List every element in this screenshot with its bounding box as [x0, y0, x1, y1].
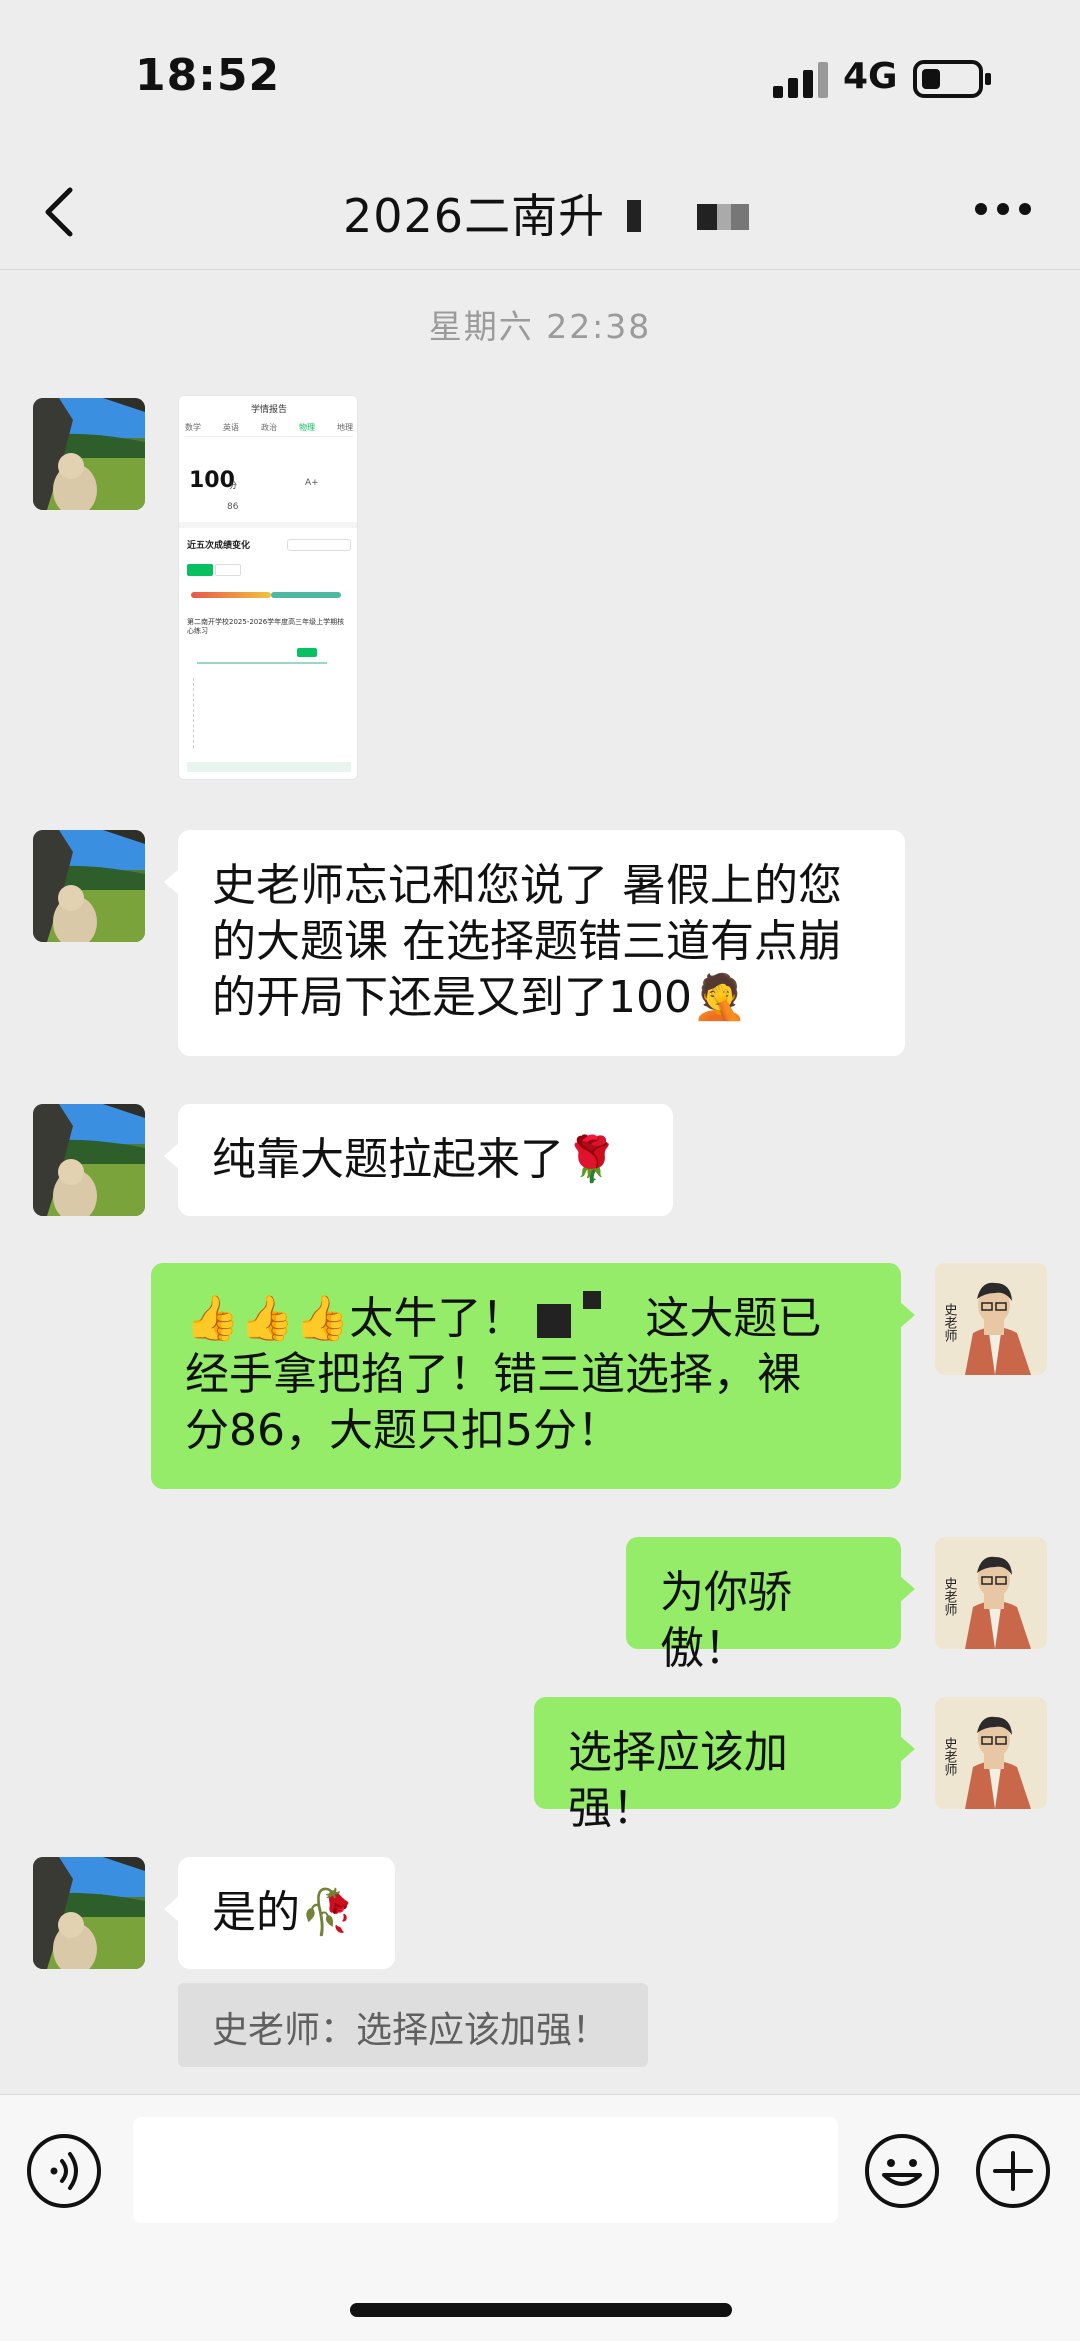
message-bubble[interactable]: 纯靠大题拉起来了🌹 — [164, 1104, 673, 1216]
message-input[interactable] — [133, 2117, 838, 2223]
teacher-avatar[interactable]: 史老师 — [935, 1537, 1047, 1649]
contact-avatar[interactable] — [33, 398, 145, 510]
privacy-mosaic — [731, 204, 749, 230]
teacher-avatar[interactable]: 史老师 — [935, 1697, 1047, 1809]
screenshot-image-message[interactable]: 学情报告 数学 英语 政治 物理 地理 100 分 A+ 86 近五次成绩变化 第二南开… — [178, 395, 358, 780]
contact-avatar[interactable] — [33, 830, 145, 942]
input-bar — [0, 2094, 1080, 2341]
screenshot-grade: A+ — [305, 478, 319, 488]
more-icon[interactable] — [975, 203, 1031, 219]
screenshot-objective: 86 — [227, 502, 239, 512]
emoji-icon[interactable] — [862, 2131, 942, 2211]
message-text: 这大题已 — [645, 1293, 822, 1344]
privacy-mosaic — [717, 204, 731, 230]
privacy-mosaic — [697, 204, 717, 230]
status-time: 18:52 — [135, 50, 281, 101]
signal-icon — [773, 62, 829, 98]
screenshot-section-title: 近五次成绩变化 — [187, 541, 251, 551]
message-bubble[interactable]: 是的🥀 — [164, 1857, 395, 1969]
home-indicator[interactable] — [350, 2303, 732, 2317]
chat-title: 2026二南升 — [343, 189, 606, 243]
message-text: 为你骄傲！ — [660, 1567, 792, 1674]
message-bubble[interactable]: 史老师忘记和您说了 暑假上的您的大题课 在选择题错三道有点崩的开局下还是又到了1… — [164, 830, 905, 1056]
svg-text:史老师: 史老师 — [942, 1577, 958, 1616]
svg-text:史老师: 史老师 — [942, 1737, 958, 1776]
battery-icon — [913, 60, 991, 98]
privacy-mosaic — [627, 200, 641, 232]
network-type: 4G — [843, 56, 898, 97]
message-timestamp: 星期六 22:38 — [428, 307, 652, 346]
message-bubble[interactable]: 为你骄傲！ — [626, 1537, 915, 1674]
message-bubble[interactable]: 👍👍👍太牛了！ 这大题已 经手拿把掐了！错三道选择，裸 分86，大题只扣5分！ — [151, 1263, 915, 1489]
privacy-mosaic — [537, 1304, 572, 1338]
screenshot-header: 学情报告 — [250, 405, 287, 415]
plus-icon[interactable] — [973, 2131, 1053, 2211]
chat-header: 2026二南升 — [0, 160, 1080, 270]
message-text: 经手拿把掐了！错三道选择，裸 — [185, 1349, 801, 1400]
message-text: 选择应该加强！ — [568, 1727, 788, 1834]
screenshot-exam-name: 第二南开学校2025-2026学年度高三年级上学期核心练习 — [187, 618, 345, 635]
message-text: 分86，大题只扣5分！ — [185, 1405, 621, 1456]
message-bubble[interactable]: 选择应该加强！ — [534, 1697, 915, 1834]
voice-icon[interactable] — [24, 2131, 104, 2211]
quoted-reply[interactable]: 史老师：选择应该加强！ — [178, 1983, 648, 2067]
screenshot-tabs: 数学 英语 政治 物理 地理 — [185, 423, 353, 432]
privacy-mosaic — [583, 1291, 602, 1309]
message-text: 👍👍👍太牛了！ — [185, 1293, 526, 1344]
status-bar: 18:52 4G — [0, 0, 1080, 160]
contact-avatar[interactable] — [33, 1104, 145, 1216]
svg-text:史老师: 史老师 — [942, 1303, 958, 1342]
message-text: 是的🥀 — [212, 1887, 355, 1938]
teacher-avatar[interactable]: 史老师 — [935, 1263, 1047, 1375]
contact-avatar[interactable] — [33, 1857, 145, 1969]
back-icon[interactable] — [40, 182, 80, 242]
message-text: 史老师忘记和您说了 暑假上的您的大题课 在选择题错三道有点崩的开局下还是又到了1… — [212, 860, 842, 1023]
message-text: 纯靠大题拉起来了🌹 — [212, 1134, 619, 1185]
